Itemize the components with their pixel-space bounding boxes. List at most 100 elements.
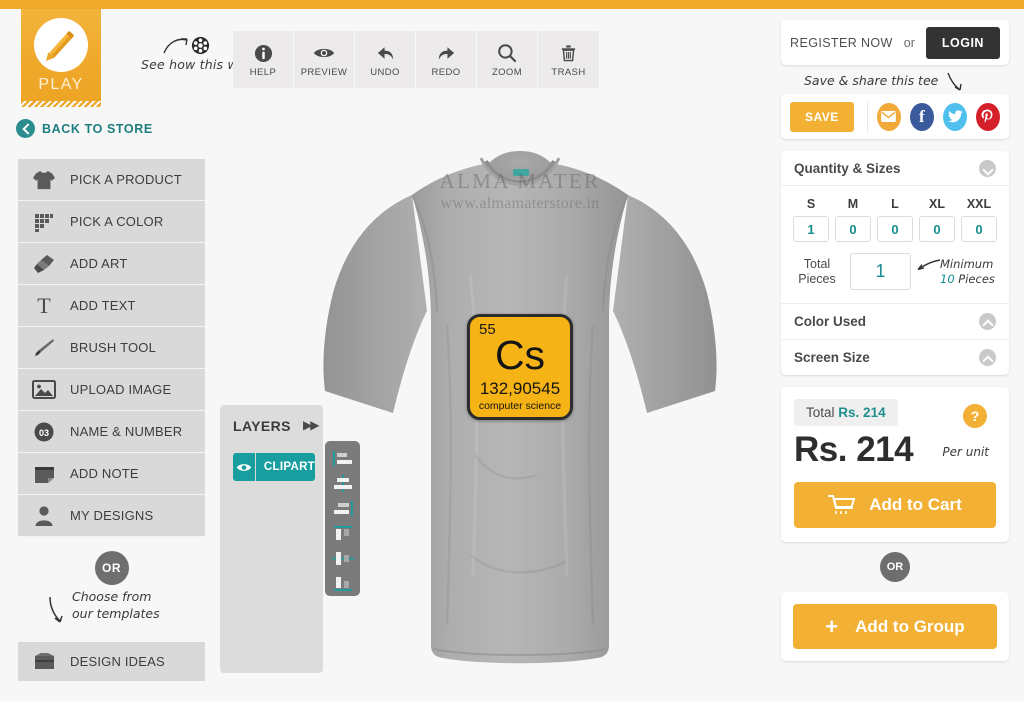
pencil-icon (34, 18, 88, 72)
divider (866, 100, 868, 133)
film-reel-icon (191, 36, 210, 55)
add-to-group-button[interactable]: + Add to Group (793, 604, 997, 649)
total-label-line1: Total (803, 256, 831, 271)
chevron-up-icon[interactable] (979, 349, 996, 366)
templates-note-line2: our templates (72, 606, 160, 621)
size-column-l: L 0 (877, 197, 913, 242)
size-input-m[interactable]: 0 (835, 216, 871, 242)
screen-size-title: Screen Size (794, 350, 870, 365)
redo-button[interactable]: REDO (416, 31, 477, 88)
color-used-title: Color Used (794, 314, 867, 329)
chevron-up-icon[interactable] (979, 313, 996, 330)
size-input-xl[interactable]: 0 (919, 216, 955, 242)
preview-label: PREVIEW (300, 67, 348, 78)
align-bottom-icon[interactable] (325, 571, 360, 596)
editor-toolbar: HELP PREVIEW UNDO REDO ZOOM TRASH (233, 31, 599, 88)
help-button[interactable]: HELP (233, 31, 294, 88)
sidebar-item-brush-tool[interactable]: BRUSH TOOL (18, 327, 205, 369)
left-arrow-icon (917, 259, 941, 271)
sidebar-label: MY DESIGNS (70, 508, 154, 523)
sidebar-item-my-designs[interactable]: MY DESIGNS (18, 495, 205, 537)
double-chevron-right-icon[interactable]: ▶▶ (303, 418, 320, 432)
trash-icon (560, 41, 577, 65)
twitter-share-icon[interactable] (942, 102, 967, 131)
design-ideas-label: DESIGN IDEAS (70, 654, 165, 669)
trash-button[interactable]: TRASH (538, 31, 599, 88)
sidebar-item-add-text[interactable]: T ADD TEXT (18, 285, 205, 327)
play-tab-label: PLAY (38, 76, 84, 93)
auth-card: REGISTER NOW or LOGIN (781, 20, 1009, 65)
size-column-s: S 1 (793, 197, 829, 242)
total-pieces-label: Total Pieces (793, 257, 841, 287)
minimum-count: 10 (940, 271, 955, 286)
undo-button[interactable]: UNDO (355, 31, 416, 88)
sidebar-label: ADD NOTE (70, 466, 139, 481)
size-input-l[interactable]: 0 (877, 216, 913, 242)
zoom-button[interactable]: ZOOM (477, 31, 538, 88)
sidebar-item-add-note[interactable]: ADD NOTE (18, 453, 205, 495)
or-badge-right: OR (880, 552, 910, 582)
auth-or-text: or (903, 35, 915, 50)
tshirt-preview[interactable]: ALMA MATER www.almamaterstore.in 55 Cs 1… (275, 125, 765, 680)
total-label-line2: Pieces (798, 271, 836, 286)
sidebar-label: PICK A PRODUCT (70, 172, 182, 187)
align-right-icon[interactable] (325, 496, 360, 521)
svg-text:03: 03 (39, 428, 49, 438)
back-to-store-link[interactable]: BACK TO STORE (16, 119, 153, 138)
layer-item-clipart[interactable]: CLIPART (233, 453, 315, 481)
facebook-share-icon[interactable]: f (909, 102, 934, 131)
align-middle-vertical-icon[interactable] (325, 546, 360, 571)
minimum-pieces-note: Minimum 10 Pieces (940, 257, 995, 287)
total-price-pill: Total Rs. 214 (794, 399, 898, 426)
size-input-s[interactable]: 1 (793, 216, 829, 242)
sidebar-label: BRUSH TOOL (70, 340, 157, 355)
total-price-value: Rs. 214 (838, 405, 886, 420)
login-button[interactable]: LOGIN (925, 26, 1000, 59)
info-icon (254, 41, 273, 65)
sidebar-item-name-and-number[interactable]: 03 NAME & NUMBER (18, 411, 205, 453)
sidebar-item-pick-a-product[interactable]: PICK A PRODUCT (18, 159, 205, 201)
pinterest-share-icon[interactable] (975, 102, 1000, 131)
choose-templates-note: Choose from our templates (72, 588, 160, 622)
align-center-horizontal-icon[interactable] (325, 471, 360, 496)
magnifier-icon (497, 41, 517, 65)
size-label: L (891, 197, 899, 211)
register-now-link[interactable]: REGISTER NOW (790, 36, 893, 50)
save-share-note: Save & share this tee (781, 65, 1009, 91)
size-column-m: M 0 (835, 197, 871, 242)
right-panel: REGISTER NOW or LOGIN Save & share this … (781, 20, 1009, 661)
eye-icon[interactable] (233, 453, 256, 481)
quantity-sizes-header[interactable]: Quantity & Sizes (781, 151, 1009, 186)
sidebar-item-upload-image[interactable]: UPLOAD IMAGE (18, 369, 205, 411)
email-share-icon[interactable] (876, 102, 901, 131)
sidebar-item-add-art[interactable]: ADD ART (18, 243, 205, 285)
play-tab-zigzag-edge (21, 101, 101, 107)
add-to-cart-button[interactable]: Add to Cart (794, 482, 996, 528)
save-button[interactable]: SAVE (790, 101, 854, 132)
size-column-xl: XL 0 (919, 197, 955, 242)
total-pieces-input[interactable]: 1 (850, 253, 911, 290)
sidebar-item-pick-a-color[interactable]: PICK A COLOR (18, 201, 205, 243)
sidebar-label: ADD ART (70, 256, 128, 271)
quantity-sizes-card: Quantity & Sizes S 1 M 0 L 0 XL 0 XXL 0 (781, 151, 1009, 375)
sidebar-item-design-ideas[interactable]: DESIGN IDEAS (18, 642, 205, 681)
clipart-periodic-tile[interactable]: 55 Cs 132,90545 computer science (467, 314, 573, 420)
redo-arrow-icon (436, 41, 457, 65)
undo-arrow-icon (375, 41, 396, 65)
help-question-icon[interactable]: ? (963, 404, 987, 428)
sidebar-label: NAME & NUMBER (70, 424, 183, 439)
play-tab[interactable]: PLAY (21, 9, 101, 101)
align-top-icon[interactable] (325, 521, 360, 546)
size-input-xxl[interactable]: 0 (961, 216, 997, 242)
chevron-down-icon[interactable] (979, 159, 996, 177)
tool-sidebar: PICK A PRODUCT PICK A COLOR ADD ART T AD… (18, 159, 205, 585)
eye-icon (313, 41, 335, 65)
color-used-header[interactable]: Color Used (781, 303, 1009, 339)
add-to-group-card: + Add to Group (781, 592, 1009, 661)
chevron-left-icon (16, 119, 35, 138)
undo-label: UNDO (370, 67, 400, 78)
screen-size-header[interactable]: Screen Size (781, 339, 1009, 375)
sidebar-label: UPLOAD IMAGE (70, 382, 172, 397)
preview-button[interactable]: PREVIEW (294, 31, 355, 88)
align-left-icon[interactable] (325, 446, 360, 471)
